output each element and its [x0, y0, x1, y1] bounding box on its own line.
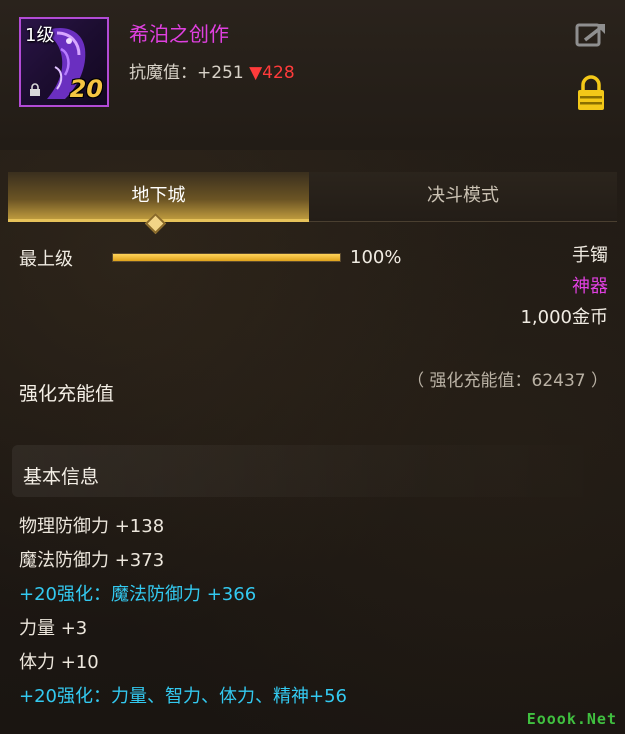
item-rarity: 神器 — [572, 276, 608, 297]
basic-info-title: 基本信息 — [23, 466, 100, 488]
tab-pvp[interactable]: 决斗模式 — [309, 172, 617, 222]
magic-resist-value: 抗魔值：+251 — [129, 63, 244, 83]
grade-label: 最上级 — [19, 249, 73, 270]
stat-line: 体力 +10 — [19, 652, 99, 673]
small-lock-icon — [30, 83, 40, 96]
stat-line: 物理防御力 +138 — [19, 516, 165, 537]
stat-line: +20强化：力量、智力、体力、精神+56 — [19, 686, 347, 707]
mode-tabs: 地下城 决斗模式 — [8, 172, 617, 222]
charge-value-note: （ 强化充能值：62437 ） — [407, 371, 608, 391]
stat-line: 魔法防御力 +373 — [19, 550, 165, 571]
grade-percent: 100% — [350, 247, 402, 268]
magic-resist-drop: ▼428 — [249, 63, 295, 83]
charge-title: 强化充能值 — [19, 383, 115, 405]
tab-dungeon[interactable]: 地下城 — [8, 172, 309, 222]
grade-progress-bar — [112, 253, 341, 262]
item-tooltip-panel: 1级 20 希泊之创作 抗魔值：+251 ▼428 地下城 决斗模式 最上级 1… — [0, 0, 625, 734]
equipment-slot: 手镯 — [572, 245, 608, 266]
stat-line: +20强化：魔法防御力 +366 — [19, 584, 257, 605]
item-price: 1,000金币 — [520, 307, 608, 328]
item-level-badge: 1级 — [25, 25, 55, 46]
enhance-level-badge: 20 — [69, 75, 103, 103]
watermark: Eoook.Net — [526, 710, 617, 728]
stat-line: 力量 +3 — [19, 618, 88, 639]
grade-progress-fill — [113, 254, 340, 261]
basic-info-header — [12, 445, 610, 497]
lock-icon[interactable] — [576, 75, 606, 111]
item-name: 希泊之创作 — [129, 22, 229, 46]
export-icon[interactable] — [575, 20, 609, 48]
magic-resist-line: 抗魔值：+251 ▼428 — [129, 58, 295, 83]
stat-list: 物理防御力 +138 魔法防御力 +373 +20强化：魔法防御力 +366 力… — [19, 515, 347, 719]
item-icon[interactable]: 1级 20 — [19, 17, 109, 107]
